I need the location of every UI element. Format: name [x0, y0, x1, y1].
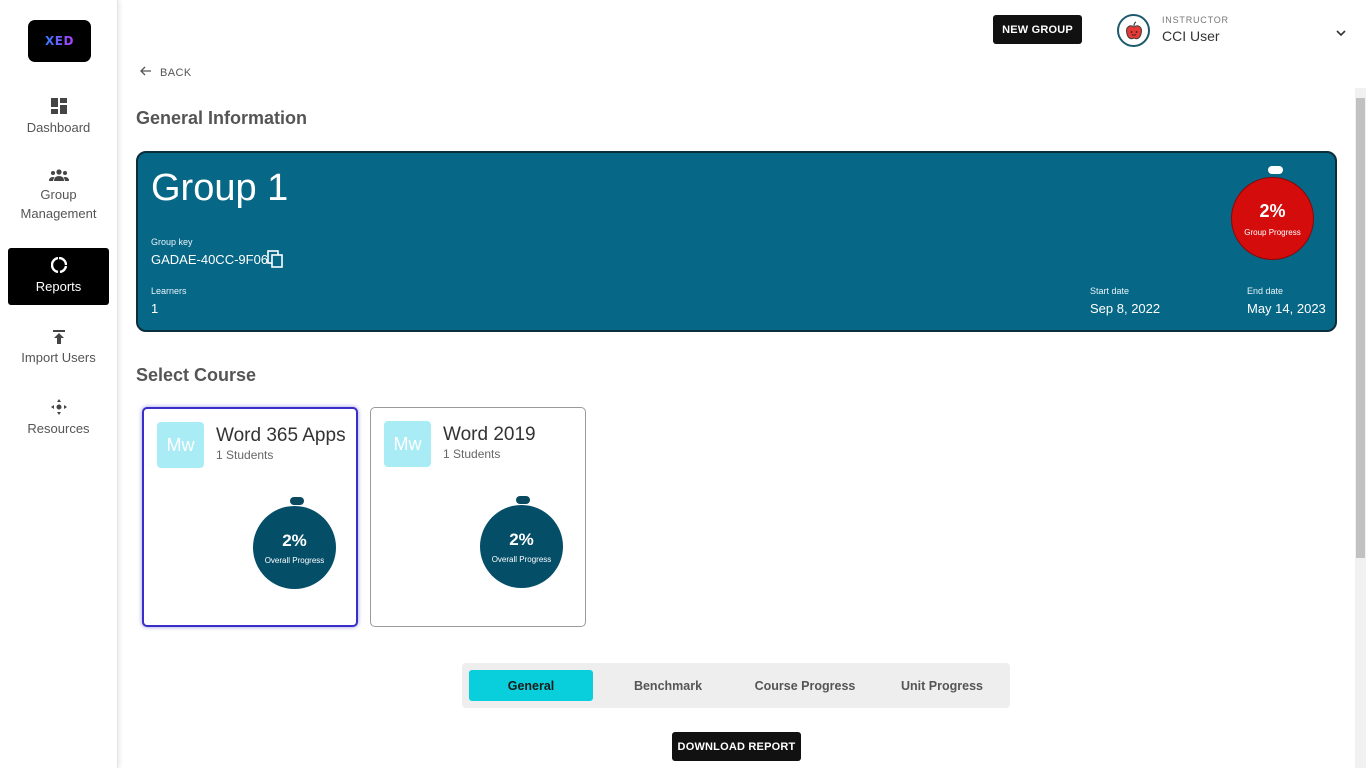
group-info-card: Group 1 Group key GADAE-40CC-9F06 Learne…	[136, 151, 1337, 332]
avatar[interactable]	[1117, 14, 1150, 47]
tab-general[interactable]: General	[469, 670, 593, 701]
back-label: BACK	[160, 66, 192, 79]
progress-knob	[1268, 166, 1283, 174]
course-students: 1 Students	[216, 448, 274, 462]
sidebar-item-label: Reports	[35, 279, 82, 294]
select-course-title: Select Course	[136, 365, 257, 385]
sidebar-item-label: Resources	[27, 420, 90, 436]
general-information-title: General Information	[136, 108, 308, 128]
logo-text: XED	[45, 34, 74, 48]
sidebar-item-label: Group Management	[20, 187, 97, 221]
learners-value: 1	[151, 301, 159, 316]
group-key-value: GADAE-40CC-9F06	[151, 252, 269, 267]
start-date-value: Sep 8, 2022	[1090, 301, 1161, 316]
sidebar-item-resources[interactable]: Resources	[8, 395, 109, 441]
course-name: Word 2019	[443, 424, 536, 445]
group-progress-label: Group Progress	[1244, 227, 1301, 237]
reports-icon	[50, 257, 67, 273]
course-name: Word 365 Apps	[216, 425, 346, 446]
course-progress-percent: 2%	[509, 529, 534, 549]
report-tabs: General Benchmark Course Progress Unit P…	[462, 663, 1010, 708]
progress-knob	[516, 496, 530, 504]
group-name: Group 1	[151, 167, 289, 209]
new-group-button[interactable]: NEW GROUP	[993, 15, 1082, 44]
sidebar-item-import-users[interactable]: Import Users	[8, 325, 109, 371]
group-key-label: Group key	[151, 237, 193, 247]
course-progress-indicator: 2% Overall Progress	[253, 506, 336, 589]
sidebar-item-group-management[interactable]: Group Management	[8, 163, 109, 229]
group-icon	[48, 169, 69, 181]
scrollbar-thumb[interactable]	[1356, 98, 1365, 558]
sidebar-item-reports[interactable]: Reports	[8, 248, 109, 305]
download-report-button[interactable]: DOWNLOAD REPORT	[672, 732, 801, 761]
tab-unit-progress[interactable]: Unit Progress	[880, 670, 1004, 701]
course-students: 1 Students	[443, 447, 501, 461]
group-progress-indicator: 2% Group Progress	[1231, 177, 1314, 260]
xed-logo[interactable]: XED	[28, 20, 91, 62]
copy-icon[interactable]	[267, 250, 283, 273]
start-date-label: Start date	[1090, 286, 1130, 296]
course-progress-indicator: 2% Overall Progress	[480, 505, 563, 588]
sidebar: XED Dashboard Group Management Reports I…	[0, 0, 118, 768]
learners-label: Learners	[151, 286, 187, 296]
end-date-label: End date	[1247, 286, 1284, 296]
sidebar-item-label: Import Users	[21, 349, 96, 365]
course-card-word-365-apps[interactable]: Mw Word 365 Apps 1 Students 2% Overall P…	[142, 407, 358, 627]
user-name[interactable]: CCI User	[1162, 28, 1220, 44]
chevron-down-icon[interactable]	[1336, 24, 1346, 42]
upload-icon	[52, 329, 65, 344]
course-card-word-2019[interactable]: Mw Word 2019 1 Students 2% Overall Progr…	[370, 407, 586, 627]
apple-icon	[1125, 20, 1142, 39]
tab-benchmark[interactable]: Benchmark	[606, 670, 730, 701]
sidebar-item-label: Dashboard	[26, 119, 91, 135]
dashboard-icon	[50, 97, 67, 114]
course-abbr-badge: Mw	[384, 421, 431, 467]
user-role: INSTRUCTOR	[1162, 15, 1229, 25]
resources-icon	[50, 398, 67, 415]
course-abbr-badge: Mw	[157, 422, 204, 468]
progress-knob	[290, 497, 304, 505]
course-progress-percent: 2%	[282, 530, 307, 550]
course-progress-label: Overall Progress	[264, 555, 325, 565]
tab-course-progress[interactable]: Course Progress	[743, 670, 867, 701]
end-date-value: May 14, 2023	[1247, 301, 1326, 316]
arrow-left-icon	[140, 66, 152, 79]
sidebar-item-dashboard[interactable]: Dashboard	[8, 92, 109, 142]
course-progress-label: Overall Progress	[491, 554, 552, 564]
back-link[interactable]: BACK	[140, 66, 192, 79]
group-progress-percent: 2%	[1259, 200, 1286, 221]
